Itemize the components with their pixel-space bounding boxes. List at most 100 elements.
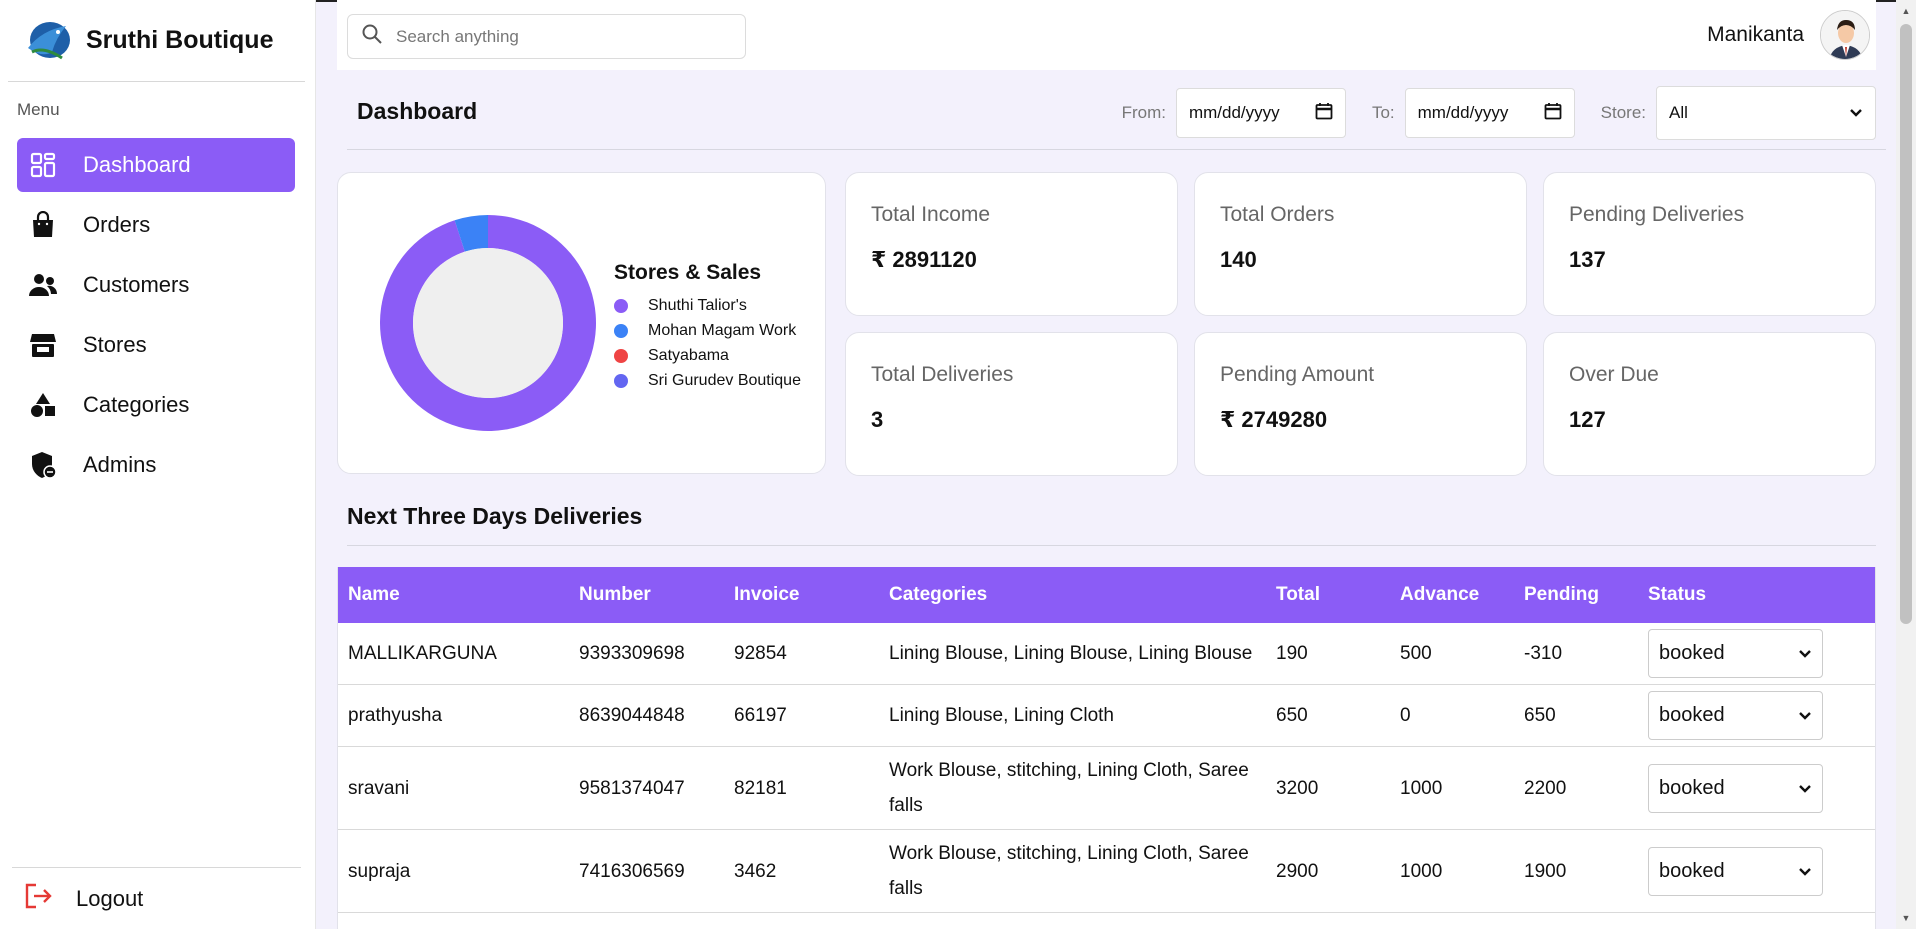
search-input[interactable] [396, 26, 716, 47]
section-divider [347, 545, 1876, 546]
store-label: Store: [1600, 103, 1646, 122]
users-icon [28, 270, 58, 300]
from-date-value: mm/dd/yyyy [1188, 103, 1280, 122]
sidebar-item-dashboard[interactable]: Dashboard [17, 138, 295, 192]
brand-name: Sruthi Boutique [86, 26, 274, 54]
topbar: Manikanta [337, 0, 1876, 70]
status-value: booked [1659, 704, 1725, 726]
chevron-down-icon [1798, 854, 1812, 889]
cell-invoice: 3462 [724, 829, 879, 913]
stat-card-over-due: Over Due 127 [1543, 332, 1876, 476]
legend-swatch [614, 348, 628, 363]
sidebar-item-categories[interactable]: Categories [17, 378, 295, 432]
chevron-down-icon [1798, 771, 1812, 806]
cell-categories: Lining Blouse, Lining Cloth [879, 684, 1266, 747]
sidebar-item-label: Admins [83, 452, 157, 477]
column-header-pending[interactable]: Pending [1514, 567, 1638, 623]
stat-card-total-orders: Total Orders 140 [1194, 172, 1527, 316]
shapes-icon [28, 390, 58, 420]
cell-total: 650 [1266, 684, 1390, 747]
status-select[interactable]: booked [1648, 691, 1823, 740]
page-header: Dashboard From: mm/dd/yyyy To: mm/dd/yyy… [347, 80, 1886, 150]
calendar-icon[interactable] [1544, 102, 1562, 125]
page-scrollbar[interactable]: ▲ ▼ [1896, 0, 1916, 929]
to-date-value: mm/dd/yyyy [1417, 103, 1509, 122]
user-menu[interactable]: Manikanta [1707, 10, 1870, 60]
stat-label: Pending Deliveries [1569, 203, 1745, 226]
scroll-thumb[interactable] [1900, 24, 1912, 624]
to-label: To: [1371, 103, 1395, 122]
logout-button[interactable]: Logout [12, 867, 301, 929]
store-select-value: All [1669, 103, 1688, 122]
cell-advance: 1000 [1390, 829, 1514, 913]
sidebar-item-customers[interactable]: Customers [17, 258, 295, 312]
column-header-categories[interactable]: Categories [879, 567, 1266, 623]
sidebar-item-label: Dashboard [83, 152, 191, 177]
status-select[interactable]: booked [1648, 763, 1823, 813]
scroll-down-arrow-icon[interactable]: ▼ [1896, 909, 1916, 927]
table-row[interactable]: prathyusha 8639044848 66197 Lining Blous… [338, 684, 1875, 747]
column-header-number[interactable]: Number [569, 567, 724, 623]
table-header-row: Name Number Invoice Categories Total Adv… [338, 567, 1875, 623]
cell-status: booked [1638, 684, 1875, 747]
chevron-down-icon [1798, 698, 1812, 733]
cell-advance: 500 [1390, 623, 1514, 685]
stat-card-total-deliveries: Total Deliveries 3 [845, 332, 1178, 476]
stat-value: 140 [1220, 247, 1257, 272]
column-header-advance[interactable]: Advance [1390, 567, 1514, 623]
logout-label: Logout [76, 885, 144, 911]
legend-swatch [614, 298, 628, 313]
cell-categories: Work Blouse, stitching, Lining Cloth, Sa… [879, 746, 1266, 830]
legend-item[interactable]: Sri Gurudev Boutique [614, 368, 801, 393]
cell-status: booked [1638, 829, 1875, 913]
legend-label: Shuthi Talior's [648, 296, 747, 314]
chevron-down-icon [1849, 103, 1863, 123]
bird-logo-icon [28, 21, 70, 59]
status-value: booked [1659, 642, 1725, 664]
sidebar-item-orders[interactable]: Orders [17, 198, 295, 252]
table-row[interactable]: sravani 9581374047 82181 Work Blouse, st… [338, 746, 1875, 830]
scroll-up-arrow-icon[interactable]: ▲ [1896, 2, 1916, 20]
legend-item[interactable]: Mohan Magam Work [614, 318, 801, 343]
table-row[interactable]: MALLIKARGUNA 9393309698 92854 Lining Blo… [338, 623, 1875, 685]
to-date-input[interactable]: mm/dd/yyyy [1404, 88, 1575, 138]
store-select[interactable]: All [1656, 86, 1876, 140]
status-select[interactable]: booked [1648, 629, 1823, 678]
legend-swatch [614, 323, 628, 338]
stat-value: ₹ 2891120 [871, 247, 977, 272]
cell-invoice: 92854 [724, 623, 879, 685]
legend-item[interactable]: Shuthi Talior's [614, 293, 801, 318]
stat-label: Total Income [871, 203, 991, 226]
page-title: Dashboard [357, 98, 478, 124]
legend-item[interactable]: Satyabama [614, 343, 801, 368]
cell-invoice: 66197 [724, 684, 879, 747]
stat-card-pending-amount: Pending Amount ₹ 2749280 [1194, 332, 1527, 476]
status-select[interactable]: booked [1648, 846, 1823, 896]
column-header-name[interactable]: Name [338, 567, 569, 623]
stat-value: 127 [1569, 407, 1606, 432]
column-header-total[interactable]: Total [1266, 567, 1390, 623]
sidebar-item-stores[interactable]: Stores [17, 318, 295, 372]
sidebar-item-label: Categories [83, 392, 190, 417]
sidebar-item-admins[interactable]: Admins [17, 438, 295, 492]
shopping-bag-icon [28, 210, 58, 240]
calendar-icon[interactable] [1315, 102, 1333, 125]
search-box[interactable] [347, 14, 746, 59]
legend-label: Mohan Magam Work [648, 321, 797, 339]
store-icon [28, 330, 58, 360]
user-name: Manikanta [1707, 23, 1804, 46]
legend-label: Satyabama [648, 346, 729, 364]
brand[interactable]: Sruthi Boutique [8, 0, 305, 82]
column-header-status[interactable]: Status [1638, 567, 1875, 623]
chart-title: Stores & Sales [614, 261, 762, 284]
shield-icon [28, 450, 58, 480]
from-date-input[interactable]: mm/dd/yyyy [1175, 88, 1346, 138]
cell-name: prathyusha [338, 684, 569, 747]
grid-icon [28, 150, 58, 180]
column-header-invoice[interactable]: Invoice [724, 567, 879, 623]
table-row[interactable]: supraja 7416306569 3462 Work Blouse, sti… [338, 829, 1875, 913]
donut-center [413, 248, 563, 398]
cell-pending: 650 [1514, 684, 1638, 747]
avatar[interactable] [1820, 10, 1870, 60]
search-icon [362, 24, 382, 49]
